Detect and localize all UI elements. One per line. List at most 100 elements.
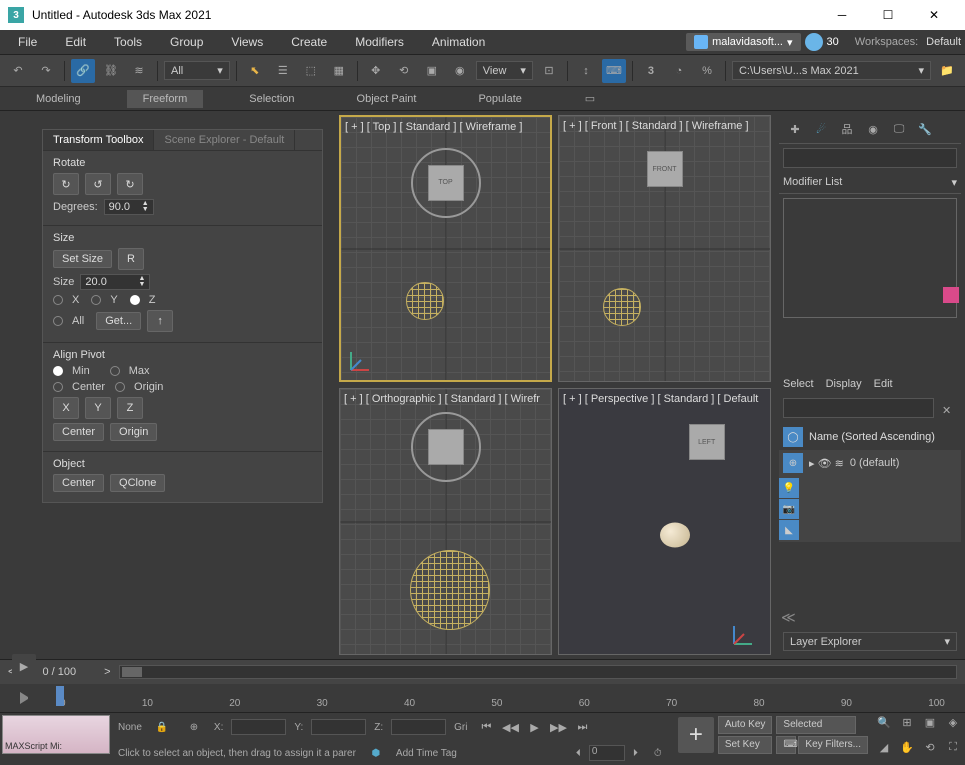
rotate-cw-button[interactable]: ↻ <box>117 173 143 195</box>
menu-file[interactable]: File <box>4 31 51 53</box>
expand-panel-button[interactable]: ▶ <box>12 654 36 678</box>
set-key-plus-button[interactable]: + <box>678 717 714 753</box>
get-button[interactable]: Get... <box>96 312 141 330</box>
align-z-button[interactable]: Z <box>117 397 143 419</box>
color-swatch[interactable] <box>943 287 959 303</box>
tab-modeling[interactable]: Modeling <box>20 90 97 108</box>
viewcube-top[interactable]: TOP <box>428 165 464 201</box>
time-slider[interactable] <box>56 686 64 706</box>
radio-all[interactable] <box>53 316 63 326</box>
clear-search-icon[interactable]: ✕ <box>936 398 957 422</box>
placement-button[interactable]: ◉ <box>448 59 472 83</box>
zoom-extents-icon[interactable]: ▣ <box>918 710 942 734</box>
radio-z[interactable] <box>130 295 140 305</box>
zoom-extents-all-icon[interactable]: ◈ <box>941 710 965 734</box>
rect-select-button[interactable]: ⬚ <box>299 59 323 83</box>
fov-icon[interactable]: ◢ <box>872 735 896 759</box>
set-size-button[interactable]: Set Size <box>53 250 112 268</box>
viewport-front[interactable]: [ + ] [ Front ] [ Standard ] [ Wireframe… <box>558 115 771 382</box>
play-button[interactable]: ▶ <box>524 717 546 737</box>
camera-icon[interactable]: 📷 <box>779 499 799 519</box>
origin-button[interactable]: Origin <box>110 423 157 441</box>
select-name-button[interactable]: ☰ <box>271 59 295 83</box>
percent-snap-button[interactable]: % <box>695 59 719 83</box>
align-y-button[interactable]: Y <box>85 397 111 419</box>
select-button[interactable]: ⬉ <box>243 59 267 83</box>
snap-button[interactable]: 3 <box>639 59 663 83</box>
maxscript-listener[interactable]: MAXScript Mi: <box>2 715 110 754</box>
tab-edit[interactable]: Edit <box>874 378 893 390</box>
keyfilters-button[interactable]: Key Filters... <box>798 736 868 754</box>
prev-frame-button[interactable]: ◀◀ <box>500 717 522 737</box>
key-mode-icon[interactable]: ⌨ <box>776 736 796 754</box>
zoom-all-icon[interactable]: ⊞ <box>895 710 919 734</box>
radio-min[interactable] <box>53 366 63 376</box>
search-input[interactable] <box>783 398 934 418</box>
selected-dropdown[interactable]: Selected <box>776 716 856 734</box>
maximize-viewport-icon[interactable]: ⛶ <box>941 735 965 759</box>
viewport-ortho[interactable]: [ + ] [ Orthographic ] [ Standard ] [ Wi… <box>339 388 552 655</box>
menu-tools[interactable]: Tools <box>100 31 156 53</box>
radio-origin[interactable] <box>115 382 125 392</box>
tab-select[interactable]: Select <box>783 378 814 390</box>
align-x-button[interactable]: X <box>53 397 79 419</box>
collapse-icon[interactable]: ≪ <box>781 609 796 625</box>
modify-tab-icon[interactable]: ☄ <box>809 119 833 139</box>
radio-x[interactable] <box>53 295 63 305</box>
rotate-free-button[interactable]: ↻ <box>53 173 79 195</box>
window-crossing-button[interactable]: ▦ <box>327 59 351 83</box>
prev-key-icon[interactable]: ⏴ <box>576 748 581 759</box>
rotate-ccw-button[interactable]: ↺ <box>85 173 111 195</box>
user-account[interactable]: malavidasoft...▾ <box>686 33 800 51</box>
display-tab-icon[interactable]: 🖵 <box>887 119 911 139</box>
z-coord-input[interactable] <box>391 719 446 735</box>
viewcube-ortho[interactable] <box>428 429 464 465</box>
tab-transform-toolbox[interactable]: Transform Toolbox <box>43 130 154 150</box>
utilities-tab-icon[interactable]: 🔧 <box>913 119 937 139</box>
workspaces-value[interactable]: Default <box>926 36 961 48</box>
coord-mode-icon[interactable]: ⊕ <box>182 715 206 739</box>
pan-icon[interactable]: ✋ <box>895 735 919 759</box>
frame-next-icon[interactable]: > <box>104 666 110 678</box>
viewport-top[interactable]: [ + ] [ Top ] [ Standard ] [ Wireframe ]… <box>339 115 552 382</box>
redo-button[interactable]: ↷ <box>34 59 58 83</box>
next-frame-button[interactable]: ▶▶ <box>548 717 570 737</box>
obj-center-button[interactable]: Center <box>53 474 104 492</box>
menu-animation[interactable]: Animation <box>418 31 499 53</box>
up-arrow-button[interactable]: ↑ <box>147 310 173 332</box>
tag-icon[interactable]: ⬢ <box>364 741 388 765</box>
angle-snap-button[interactable]: ◔ <box>667 59 691 83</box>
keyboard-shortcut-button[interactable]: ⌨ <box>602 59 626 83</box>
current-frame-input[interactable]: 0 <box>589 745 625 761</box>
menu-edit[interactable]: Edit <box>51 31 100 53</box>
setkey-button[interactable]: Set Key <box>718 736 773 754</box>
lock-icon[interactable]: 🔒 <box>150 715 174 739</box>
create-tab-icon[interactable]: ✚ <box>783 119 807 139</box>
refcoord-dropdown[interactable]: View▾ <box>476 61 533 80</box>
layer-explorer-dropdown[interactable]: Layer Explorer▾ <box>783 632 957 651</box>
size-spinner[interactable]: 20.0▲▼ <box>80 274 150 290</box>
time-scrollbar[interactable] <box>119 665 957 679</box>
add-time-tag[interactable]: Add Time Tag <box>396 748 457 759</box>
next-key-icon[interactable]: ⏵ <box>633 748 638 759</box>
undo-button[interactable]: ↶ <box>6 59 30 83</box>
tab-selection[interactable]: Selection <box>233 90 310 108</box>
tab-freeform[interactable]: Freeform <box>127 90 204 108</box>
orbit-icon[interactable]: ⟲ <box>918 735 942 759</box>
modifier-list-dropdown[interactable]: Modifier List▾ <box>779 172 961 194</box>
viewport-persp[interactable]: [ + ] [ Perspective ] [ Standard ] [ Def… <box>558 388 771 655</box>
hierarchy-tab-icon[interactable]: 品 <box>835 119 859 139</box>
layer-header[interactable]: ◯ Name (Sorted Ascending) <box>779 424 961 450</box>
tab-populate[interactable]: Populate <box>462 90 537 108</box>
qclone-button[interactable]: QClone <box>110 474 165 492</box>
goto-end-button[interactable]: ⏭ <box>572 717 594 737</box>
tab-objectpaint[interactable]: Object Paint <box>341 90 433 108</box>
minimize-button[interactable]: ─ <box>819 0 865 30</box>
close-button[interactable]: ✕ <box>911 0 957 30</box>
modifier-stack[interactable] <box>783 198 957 318</box>
selection-filter[interactable]: All▾ <box>164 61 230 80</box>
y-coord-input[interactable] <box>311 719 366 735</box>
object-name-input[interactable] <box>783 148 957 168</box>
autokey-button[interactable]: Auto Key <box>718 716 773 734</box>
timeline[interactable]: 0102030405060708090100 <box>0 684 965 712</box>
